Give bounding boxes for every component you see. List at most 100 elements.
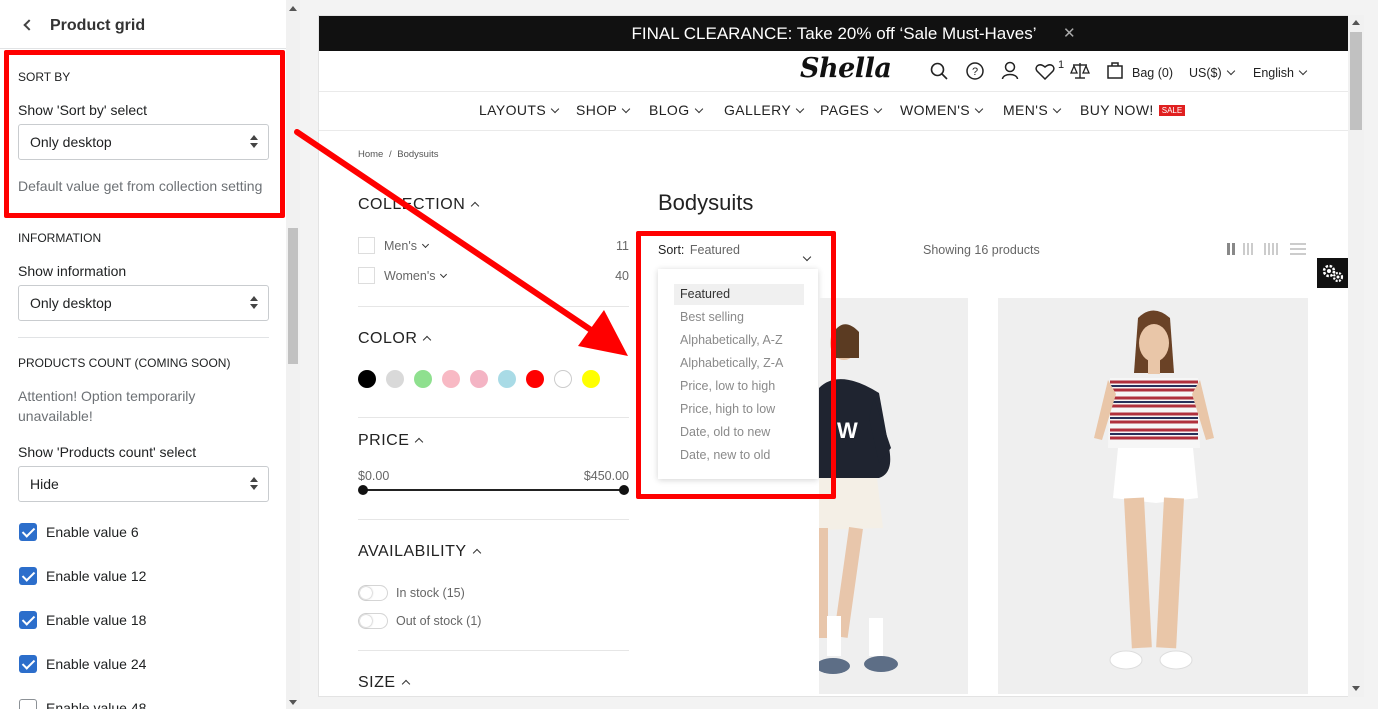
section-divider: [18, 337, 269, 338]
panel-scrollbar-thumb[interactable]: [288, 228, 298, 364]
chevron-down-icon: [440, 270, 448, 279]
color-swatch[interactable]: [358, 370, 376, 388]
nav-pages[interactable]: PAGES: [820, 102, 883, 118]
checkbox-enable-value-48[interactable]: [19, 699, 37, 709]
account-icon[interactable]: [1001, 61, 1019, 80]
svg-text:?: ?: [972, 66, 978, 78]
checkbox-label: Enable value 48: [46, 700, 147, 709]
checkbox-enable-value-6[interactable]: [19, 523, 37, 541]
price-slider-track[interactable]: [363, 489, 624, 491]
chevron-down-icon: [873, 104, 883, 114]
nav-divider: [319, 130, 1349, 131]
products-count-select[interactable]: Hide: [18, 466, 269, 502]
collection-item-mens[interactable]: Men's: [384, 239, 429, 253]
color-swatch[interactable]: [582, 370, 600, 388]
bag-icon[interactable]: [1107, 61, 1123, 79]
scroll-down-icon[interactable]: [289, 700, 297, 705]
header-divider: [319, 91, 1349, 92]
list-view-icon[interactable]: [1290, 243, 1306, 255]
checkbox-label: Enable value 18: [46, 612, 147, 628]
language-select[interactable]: English: [1253, 66, 1308, 80]
collection-item-count: 40: [615, 269, 629, 283]
checkbox-enable-value-12[interactable]: [19, 567, 37, 585]
collection-item-label: Men's: [384, 239, 417, 253]
color-swatch[interactable]: [414, 370, 432, 388]
nav-label: LAYOUTS: [479, 102, 547, 118]
grid-4-icon[interactable]: [1264, 243, 1282, 255]
settings-widget[interactable]: [1317, 258, 1348, 288]
color-swatch[interactable]: [554, 370, 572, 388]
nav-label: WOMEN'S: [900, 102, 971, 118]
nav-gallery[interactable]: GALLERY: [724, 102, 805, 118]
highlight-box-sort-dropdown: [636, 231, 836, 499]
products-count-attention-line2: unavailable!: [18, 408, 93, 424]
nav-womens[interactable]: WOMEN'S: [900, 102, 984, 118]
products-count-select-value: Hide: [30, 476, 59, 492]
select-arrows-icon: [250, 477, 258, 491]
collection-item-womens[interactable]: Women's: [384, 269, 448, 283]
color-swatch[interactable]: [386, 370, 404, 388]
filter-size-title[interactable]: SIZE: [358, 674, 410, 692]
help-icon[interactable]: ?: [966, 62, 984, 80]
filter-price-title[interactable]: PRICE: [358, 432, 424, 450]
collection-item-label: Women's: [384, 269, 436, 283]
nav-mens[interactable]: MEN'S: [1003, 102, 1062, 118]
nav-shop[interactable]: SHOP: [576, 102, 631, 118]
breadcrumb-home[interactable]: Home: [358, 149, 383, 160]
nav-layouts[interactable]: LAYOUTS: [479, 102, 560, 118]
product-image[interactable]: W: [819, 298, 968, 694]
chevron-down-icon: [1298, 66, 1308, 76]
nav-blog[interactable]: BLOG: [649, 102, 703, 118]
color-swatch[interactable]: [470, 370, 488, 388]
compare-icon[interactable]: [1070, 62, 1090, 80]
bag-label[interactable]: Bag (0): [1132, 66, 1173, 80]
promo-bar: FINAL CLEARANCE: Take 20% off ‘Sale Must…: [319, 16, 1349, 51]
color-swatch[interactable]: [442, 370, 460, 388]
filter-divider: [358, 417, 629, 418]
currency-select[interactable]: US($): [1189, 66, 1235, 80]
filter-color-title[interactable]: COLOR: [358, 330, 432, 348]
chevron-down-icon: [421, 240, 429, 249]
store-logo[interactable]: Shella: [800, 53, 892, 84]
checkbox-enable-value-24[interactable]: [19, 655, 37, 673]
information-label: Show information: [18, 263, 127, 279]
promo-text: FINAL CLEARANCE: Take 20% off ‘Sale Must…: [631, 24, 1037, 43]
nav-buy-now[interactable]: BUY NOW! SALE: [1080, 102, 1186, 118]
filter-collection-title[interactable]: COLLECTION: [358, 196, 480, 214]
chevron-down-icon: [974, 104, 984, 114]
svg-text:W: W: [837, 418, 858, 443]
nav-label: BUY NOW!: [1080, 102, 1154, 118]
price-max: $450.00: [583, 469, 629, 483]
out-of-stock-toggle[interactable]: [358, 613, 388, 629]
price-slider-handle-max[interactable]: [619, 485, 629, 495]
color-swatch[interactable]: [526, 370, 544, 388]
nav-label: MEN'S: [1003, 102, 1049, 118]
scroll-up-icon[interactable]: [1352, 20, 1360, 25]
filter-title-label: SIZE: [358, 674, 396, 691]
wishlist-icon[interactable]: [1035, 63, 1055, 80]
collection-checkbox[interactable]: [358, 237, 375, 254]
chevron-up-icon: [471, 201, 480, 211]
close-icon[interactable]: ✕: [1063, 16, 1076, 51]
back-button[interactable]: [20, 16, 40, 36]
filter-title-label: COLOR: [358, 330, 418, 347]
in-stock-toggle[interactable]: [358, 585, 388, 601]
search-icon[interactable]: [930, 62, 948, 80]
chevron-down-icon: [1226, 66, 1235, 76]
gears-icon: [1322, 264, 1344, 283]
checkbox-enable-value-18[interactable]: [19, 611, 37, 629]
scroll-up-icon[interactable]: [289, 6, 297, 11]
information-select[interactable]: Only desktop: [18, 285, 269, 321]
collection-checkbox[interactable]: [358, 267, 375, 284]
filter-availability-title[interactable]: AVAILABILITY: [358, 543, 481, 561]
product-image[interactable]: [998, 298, 1308, 694]
grid-3-icon[interactable]: [1243, 243, 1257, 255]
grid-2-icon[interactable]: [1227, 243, 1237, 255]
panel-header-divider: [0, 48, 286, 49]
out-of-stock-label: Out of stock (1): [396, 614, 482, 628]
scroll-down-icon[interactable]: [1352, 686, 1360, 691]
price-slider-handle-min[interactable]: [358, 485, 368, 495]
preview-scrollbar-thumb[interactable]: [1350, 32, 1362, 130]
color-swatch[interactable]: [498, 370, 516, 388]
product-photo-model: [1094, 310, 1214, 670]
